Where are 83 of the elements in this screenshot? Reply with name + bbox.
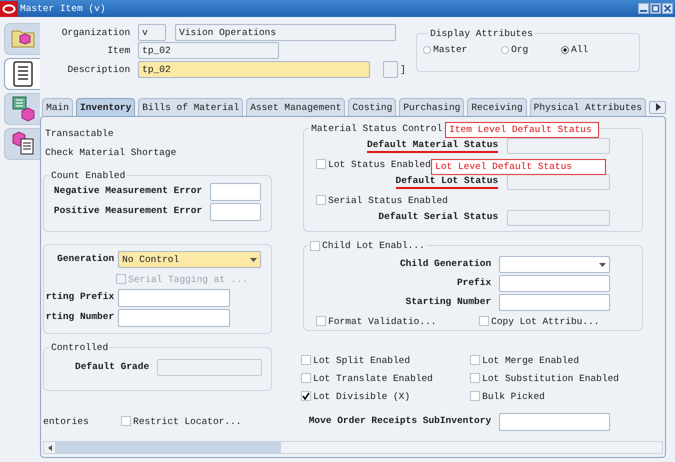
field-label: Prefix	[456, 276, 492, 290]
tab[interactable]: Main	[42, 98, 73, 116]
text-field[interactable]	[210, 203, 262, 221]
checkbox-label: Format Validatio...	[328, 316, 436, 326]
field-label: Negative Measurement Error	[54, 185, 202, 198]
text-field[interactable]: Vision Operations	[175, 24, 396, 41]
radio-button[interactable]	[561, 46, 570, 54]
logo-icon	[0, 0, 18, 16]
horizontal-scrollbar[interactable]	[43, 441, 663, 454]
checkbox-label: Lot Split Enabled	[313, 354, 410, 366]
dropdown[interactable]: No Control	[118, 251, 262, 268]
dropdown[interactable]	[499, 256, 610, 273]
text-field[interactable]: tp_02	[138, 42, 280, 59]
field-label: Default Serial Status	[378, 211, 498, 224]
radio-label: All	[571, 44, 588, 55]
checkbox-label: Serial Tagging at ...	[128, 274, 248, 284]
checkbox-label: Lot Divisible (X)	[313, 390, 410, 402]
radio-button[interactable]	[423, 46, 432, 54]
group-title: Count Enabled	[50, 170, 126, 181]
checkbox-label: Lot Status Enabled	[328, 158, 431, 170]
tab[interactable]: Inventory	[76, 98, 136, 116]
field-label: Organization	[60, 27, 130, 38]
text-field[interactable]	[499, 294, 610, 311]
field-label: Starting Number	[406, 296, 492, 308]
side-tab[interactable]	[4, 128, 40, 160]
tab[interactable]: Purchasing	[399, 98, 464, 116]
checkbox[interactable]	[301, 391, 312, 401]
maximize-icon	[650, 3, 661, 14]
side-tab[interactable]	[4, 93, 40, 125]
tab[interactable]: Physical Attributes	[530, 98, 646, 116]
radio-button[interactable]	[501, 46, 510, 54]
scroll-tabs-button[interactable]	[649, 100, 666, 114]
checkmark-icon	[302, 392, 310, 400]
annotation-callout: Item Level Default Status	[445, 122, 600, 138]
text-field[interactable]	[210, 183, 262, 201]
field-label: entories	[42, 416, 90, 426]
arrow-right-icon	[654, 103, 660, 111]
minimize-icon	[638, 3, 649, 14]
field-label: Default Grade	[75, 360, 150, 374]
scrollbar-thumb[interactable]	[56, 442, 282, 453]
checkbox-label: Check Material Shortage	[44, 146, 176, 158]
checkbox-label: Copy Lot Attribu...	[491, 316, 600, 326]
checkbox-label: Child Lot Enabl...	[322, 240, 425, 251]
caret-icon	[599, 262, 606, 266]
text-field[interactable]	[383, 61, 398, 78]
text-field[interactable]	[499, 413, 610, 431]
checkbox-label: Restrict Locator...	[133, 416, 242, 426]
arrow-left-icon	[48, 444, 52, 450]
group-title: Material Status Control	[310, 123, 444, 134]
field-label: Item	[106, 45, 130, 56]
bracket-text: ]	[400, 64, 406, 75]
tab[interactable]: Costing	[348, 98, 396, 116]
checkbox-label: Lot Merge Enabled	[482, 354, 580, 366]
text-field[interactable]	[499, 275, 610, 292]
text-field[interactable]	[118, 289, 230, 307]
window-icon	[10, 95, 36, 123]
field-label: Move Order Receipts SubInventory	[308, 415, 492, 428]
field-label: Description	[66, 64, 130, 75]
radio-label: Org	[511, 44, 528, 55]
window-title: Master Item (v)	[20, 3, 106, 14]
annotation-callout: Lot Level Default Status	[431, 159, 606, 175]
text-field[interactable]	[118, 309, 230, 327]
checkbox-label: Bulk Picked	[482, 390, 545, 402]
text-field[interactable]: tp_02	[138, 61, 370, 78]
tab[interactable]: Receiving	[467, 98, 527, 116]
checkbox-label: Transactable	[44, 128, 114, 138]
text-field[interactable]: v	[138, 24, 166, 41]
field-label: rting Number	[46, 311, 114, 324]
group-title: Display Attributes	[429, 28, 534, 39]
radio-label: Master	[433, 44, 468, 55]
field-label: Child Generation	[400, 258, 492, 270]
tab[interactable]: Bills of Material	[138, 98, 244, 116]
checkbox-label: Serial Status Enabled	[328, 194, 448, 206]
side-tab[interactable]	[4, 58, 40, 90]
field-label: Positive Measurement Error	[54, 205, 202, 218]
checkbox-label: Lot Substitution Enabled	[482, 372, 619, 384]
caret-icon	[250, 258, 258, 262]
field-label: rting Prefix	[46, 291, 114, 304]
tab[interactable]: Asset Management	[246, 98, 346, 116]
checkbox-label: Lot Translate Enabled	[313, 372, 433, 384]
field-label: Generation	[57, 252, 114, 266]
group-title: Controlled	[50, 342, 110, 353]
close-icon	[662, 3, 673, 14]
